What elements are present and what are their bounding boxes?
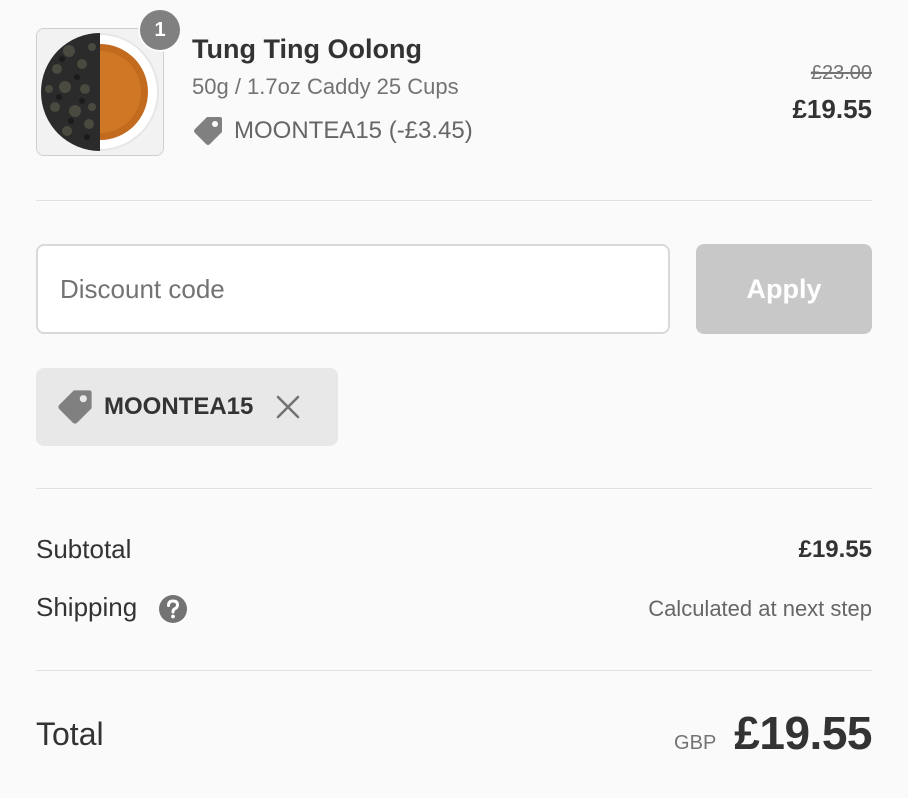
apply-button[interactable]: Apply	[696, 244, 872, 334]
section-divider	[36, 200, 872, 201]
tag-icon	[194, 117, 222, 145]
shipping-label: Shipping	[36, 592, 138, 622]
section-divider	[36, 488, 872, 489]
applied-discount-code: MOONTEA15	[104, 393, 254, 420]
question-circle-icon[interactable]	[158, 594, 188, 624]
shipping-row-label: Shipping	[36, 592, 188, 624]
total-amount: GBP £19.55	[674, 706, 872, 760]
product-variant: 50g / 1.7oz Caddy 25 Cups	[192, 74, 459, 99]
remove-discount-button[interactable]	[273, 392, 303, 422]
product-discount-text: MOONTEA15 (-£3.45)	[234, 117, 473, 144]
discount-code-input[interactable]	[36, 244, 670, 334]
product-title: Tung Ting Oolong	[192, 34, 422, 64]
shipping-value: Calculated at next step	[648, 596, 872, 621]
tag-icon	[58, 390, 92, 424]
applied-discount-chip: MOONTEA15	[36, 368, 338, 446]
cart-line-item: 1 Tung Ting Oolong 50g / 1.7oz Caddy 25 …	[36, 10, 872, 156]
subtotal-value: £19.55	[798, 536, 872, 563]
quantity-badge: 1	[140, 10, 180, 50]
subtotal-label: Subtotal	[36, 534, 132, 564]
total-value: £19.55	[734, 707, 872, 759]
product-thumbnail	[36, 28, 164, 156]
currency-code: GBP	[674, 732, 717, 754]
discounted-price: £19.55	[792, 94, 872, 124]
section-divider	[36, 670, 872, 671]
product-discount-line: MOONTEA15 (-£3.45)	[192, 114, 473, 148]
close-icon	[277, 395, 300, 419]
total-label: Total	[36, 716, 104, 752]
original-price: £23.00	[810, 62, 872, 84]
